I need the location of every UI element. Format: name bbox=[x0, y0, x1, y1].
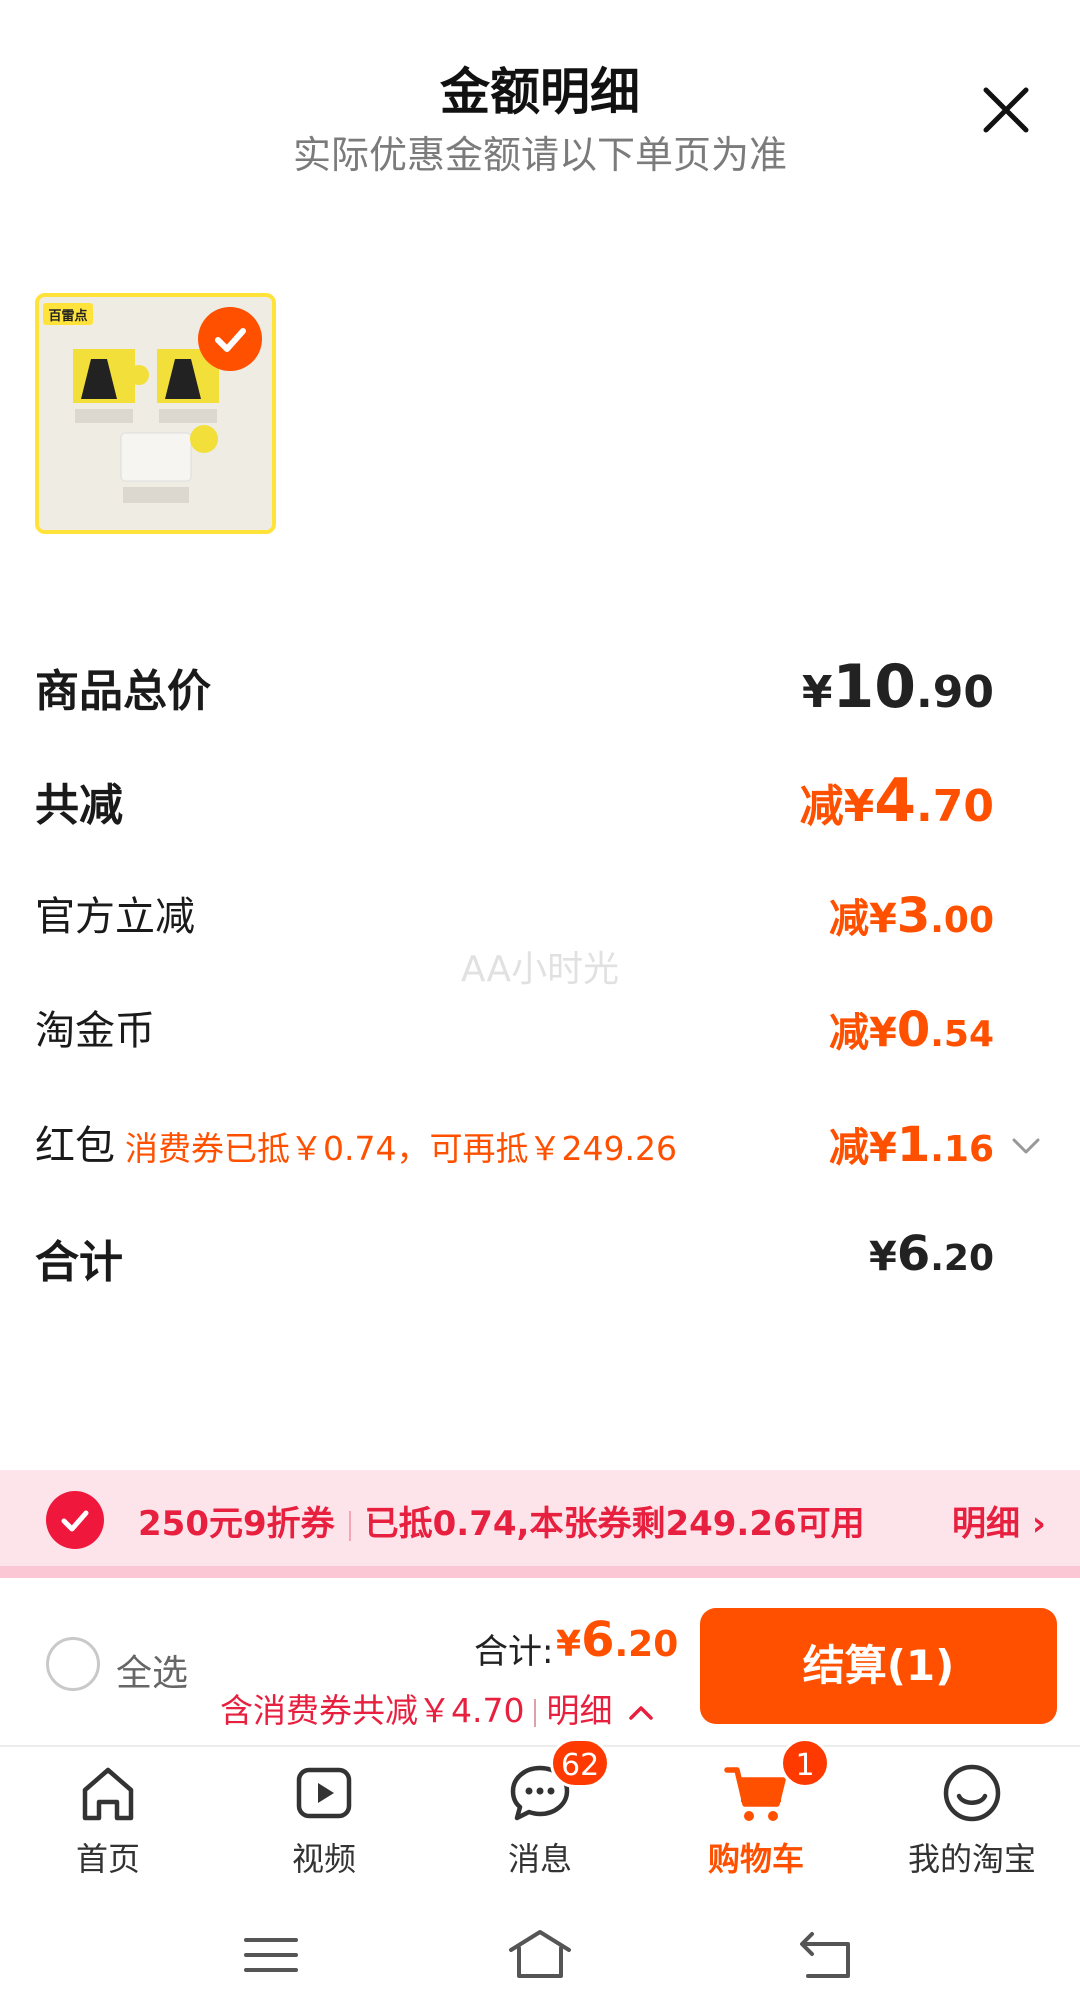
check-icon bbox=[215, 328, 246, 352]
coupon-divider bbox=[348, 1510, 351, 1541]
chevron-down-icon bbox=[1012, 1138, 1040, 1154]
official-discount-label: 官方立减 bbox=[35, 894, 195, 940]
discount-detail-link[interactable]: 明细 bbox=[546, 1691, 612, 1730]
tab-messages[interactable]: 消息 62 bbox=[432, 1738, 648, 1888]
tab-cart[interactable]: 购物车 1 bbox=[648, 1738, 864, 1888]
checkout-total-label: 合计: bbox=[474, 1632, 554, 1672]
home-outline-icon bbox=[509, 1930, 571, 1978]
coupon-status: 已抵0.74,本张券剩249.26可用 bbox=[364, 1504, 865, 1544]
tabbar-divider bbox=[0, 1745, 1080, 1747]
system-home-button[interactable] bbox=[505, 1920, 575, 1990]
red-packet-note: 消费券已抵￥0.74，可再抵￥249.26 bbox=[125, 1129, 677, 1168]
coupon-check[interactable] bbox=[46, 1491, 104, 1549]
video-icon bbox=[296, 1767, 352, 1819]
checkout-total-value: ¥6.20 bbox=[556, 1612, 679, 1668]
coupon-detail-link[interactable]: 明细 › bbox=[952, 1496, 1046, 1545]
tab-video-label: 视频 bbox=[291, 1840, 356, 1878]
official-discount-value: 减¥3.00 bbox=[828, 888, 994, 944]
messages-badge: 62 bbox=[550, 1738, 611, 1788]
system-menu-button[interactable] bbox=[236, 1920, 306, 1990]
red-packet-expand[interactable] bbox=[1008, 1132, 1044, 1160]
menu-icon bbox=[244, 1938, 298, 1972]
coupon-name: 250元9折券 bbox=[138, 1504, 335, 1544]
taojin-coin-value: 减¥0.54 bbox=[828, 1002, 994, 1058]
taojin-coin-label: 淘金币 bbox=[35, 1008, 155, 1054]
chevron-up-icon bbox=[629, 1705, 653, 1720]
check-icon bbox=[61, 1510, 89, 1532]
tab-home[interactable]: 首页 bbox=[0, 1758, 216, 1888]
sum-label: 合计 bbox=[35, 1237, 123, 1288]
discount-divider bbox=[534, 1698, 537, 1727]
total-price-value: ¥10.90 bbox=[801, 652, 994, 722]
discount-note[interactable]: 含消费券共减￥4.70 明细 bbox=[220, 1684, 655, 1732]
profile-icon bbox=[943, 1764, 1001, 1822]
brand-tag: 百雷点 bbox=[48, 308, 87, 324]
watermark: AA小时光 bbox=[460, 949, 620, 990]
tab-messages-label: 消息 bbox=[507, 1840, 572, 1878]
coupon-banner-underline bbox=[0, 1566, 1080, 1578]
sum-value: ¥6.20 bbox=[868, 1226, 994, 1282]
tab-profile[interactable]: 我的淘宝 bbox=[864, 1758, 1080, 1888]
tab-profile-label: 我的淘宝 bbox=[907, 1840, 1036, 1878]
discount-note-text: 含消费券共减￥4.70 bbox=[220, 1691, 525, 1730]
page-title: 金额明细 bbox=[440, 63, 640, 121]
close-icon bbox=[983, 87, 1029, 133]
tab-cart-label: 购物车 bbox=[707, 1840, 804, 1878]
cart-badge: 1 bbox=[780, 1738, 830, 1788]
back-icon bbox=[800, 1932, 850, 1978]
coupon-text: 250元9折券 已抵0.74,本张券剩249.26可用 bbox=[138, 1496, 865, 1545]
select-all-radio[interactable] bbox=[46, 1637, 100, 1691]
red-packet-value[interactable]: 减¥1.16 bbox=[829, 1115, 994, 1173]
home-icon bbox=[82, 1767, 134, 1821]
total-price-label: 商品总价 bbox=[35, 666, 211, 717]
system-back-button[interactable] bbox=[790, 1920, 860, 1990]
product-selected-check[interactable] bbox=[198, 307, 262, 371]
tab-video[interactable]: 视频 bbox=[216, 1758, 432, 1888]
total-reduction-value: 减¥4.70 bbox=[799, 766, 994, 836]
tab-home-label: 首页 bbox=[75, 1840, 140, 1878]
checkout-button[interactable]: 结算(1) bbox=[700, 1608, 1057, 1724]
total-reduction-label: 共减 bbox=[35, 780, 123, 831]
select-all-label[interactable]: 全选 bbox=[116, 1644, 188, 1696]
page-subtitle: 实际优惠金额请以下单页为准 bbox=[292, 133, 787, 177]
red-packet-label: 红包 bbox=[35, 1123, 115, 1169]
close-button[interactable] bbox=[980, 84, 1032, 136]
